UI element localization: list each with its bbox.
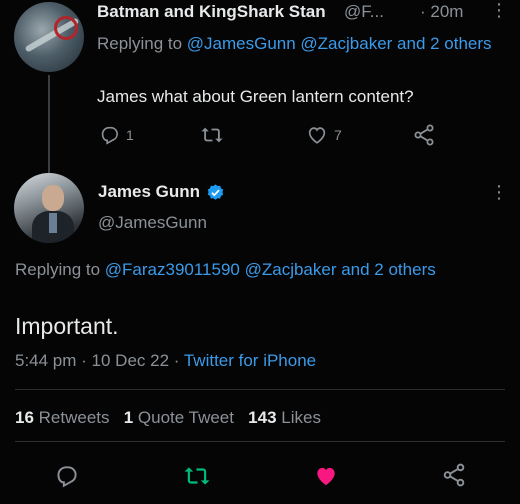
replying-prefix: Replying to: [97, 34, 187, 53]
reply-timestamp[interactable]: · 20m: [420, 2, 463, 22]
main-replying-to: Replying to @Faraz39011590 @Zacjbaker an…: [15, 257, 475, 283]
retweets-label: Retweets: [38, 408, 110, 427]
like-action[interactable]: 7: [306, 124, 342, 146]
main-author-name-row[interactable]: James Gunn: [98, 182, 225, 202]
reply-count: 1: [126, 127, 134, 143]
quotes-label: Quote Tweet: [137, 408, 234, 427]
tweet-source[interactable]: Twitter for iPhone: [184, 351, 316, 370]
like-icon: [308, 127, 326, 144]
quotes-count: 1: [123, 408, 134, 427]
reply-author-name[interactable]: Batman and KingShark Stan: [97, 2, 326, 22]
more-icon[interactable]: ⋮: [490, 0, 508, 21]
reply-icon: [57, 466, 77, 488]
reply-button[interactable]: [52, 462, 80, 490]
reply-action[interactable]: 1: [98, 124, 134, 146]
tweet-time[interactable]: 5:44 pm · 10 Dec 22 ·: [15, 351, 184, 370]
reply-author-handle[interactable]: @F...: [344, 2, 384, 22]
share-icon: [414, 124, 434, 146]
divider: [15, 441, 505, 442]
likes-stat[interactable]: 143 Likes: [248, 408, 321, 427]
quotes-stat[interactable]: 1 Quote Tweet: [124, 408, 234, 427]
likes-label: Likes: [281, 408, 321, 427]
tweet-stats: 16 Retweets 1 Quote Tweet 143 Likes: [15, 408, 321, 428]
retweet-icon: [201, 127, 223, 143]
share-button[interactable]: [440, 461, 468, 489]
tweet-meta: 5:44 pm · 10 Dec 22 · Twitter for iPhone: [15, 351, 316, 371]
retweet-action[interactable]: [200, 124, 224, 146]
replying-prefix: Replying to: [15, 260, 105, 279]
retweet-icon: [184, 467, 210, 485]
likes-count: 143: [248, 408, 277, 427]
reply-author-avatar[interactable]: [14, 2, 84, 72]
main-tweet-text: Important.: [15, 313, 119, 339]
like-icon: [317, 467, 335, 486]
more-icon[interactable]: ⋮: [490, 182, 508, 203]
like-count: 7: [334, 127, 342, 143]
like-button[interactable]: [312, 462, 340, 490]
share-action[interactable]: [412, 123, 436, 147]
replying-mentions[interactable]: @JamesGunn @Zacjbaker and 2 others: [187, 34, 492, 53]
retweets-count: 16: [15, 408, 34, 427]
main-author-name[interactable]: James Gunn: [98, 182, 200, 202]
retweet-button[interactable]: [182, 462, 212, 490]
main-author-handle[interactable]: @JamesGunn: [98, 213, 207, 233]
divider: [15, 389, 505, 390]
reply-icon: [101, 126, 118, 145]
replying-mentions[interactable]: @Faraz39011590 @Zacjbaker and 2 others: [105, 260, 436, 279]
retweets-stat[interactable]: 16 Retweets: [15, 408, 110, 427]
verified-icon: [207, 183, 224, 200]
thread-connector-line: [48, 75, 50, 175]
reply-tweet-text: James what about Green lantern content?: [97, 87, 414, 106]
reply-replying-to: Replying to @JamesGunn @Zacjbaker and 2 …: [97, 31, 497, 56]
main-author-avatar[interactable]: [14, 173, 84, 243]
share-icon: [443, 463, 465, 487]
